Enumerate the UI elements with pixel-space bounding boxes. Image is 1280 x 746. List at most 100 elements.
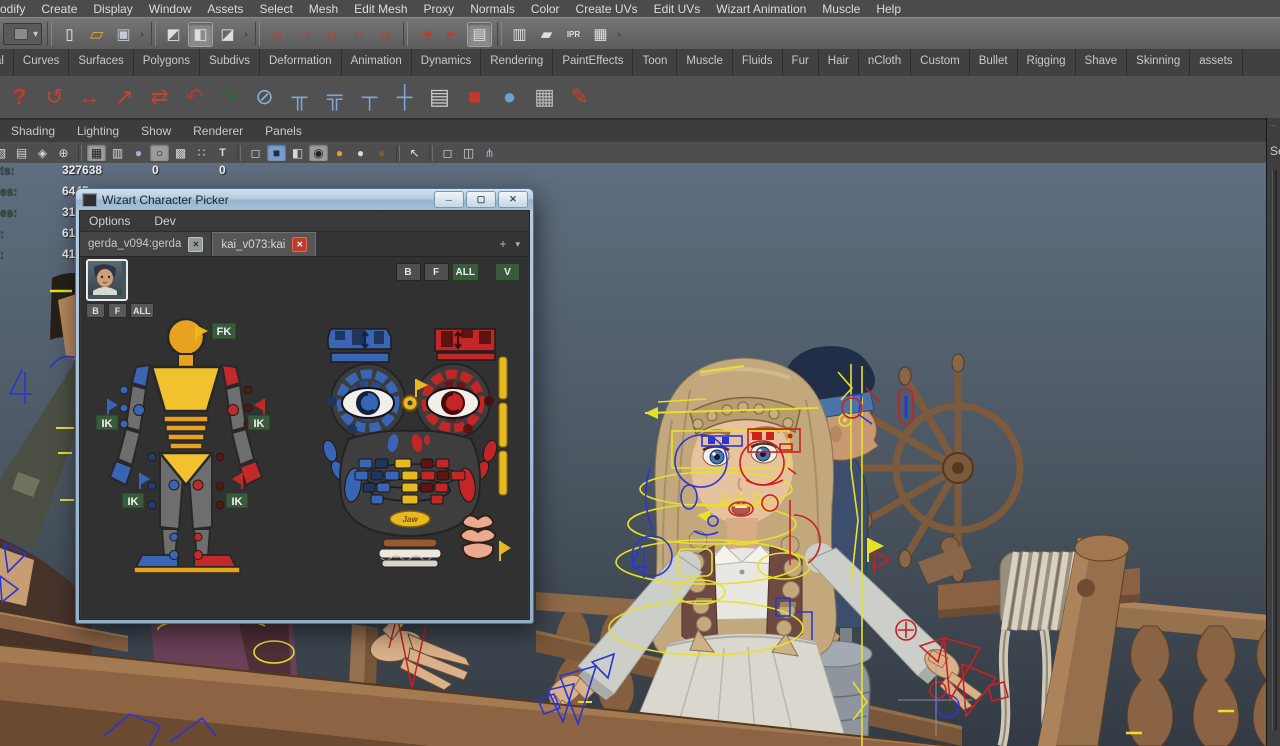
shelf-tab[interactable]: Subdivs: [200, 49, 260, 76]
menu-item[interactable]: Mesh: [301, 1, 346, 17]
render-settings-icon[interactable]: ▦: [588, 22, 613, 47]
visibility-button[interactable]: V: [495, 263, 520, 281]
shaded-sphere-icon[interactable]: ●: [129, 144, 148, 161]
asset-package-icon[interactable]: ▦: [527, 79, 562, 115]
shelf-tab[interactable]: Bullet: [970, 49, 1018, 76]
hierarchy-node-icon[interactable]: ╥: [282, 79, 317, 115]
joint-xray-icon[interactable]: ⋔: [480, 144, 499, 161]
snap-projected-center-icon[interactable]: ∩: [346, 22, 371, 47]
wizart-character-picker-window[interactable]: Wizart Character Picker ─▢✕ OptionsDev g…: [75, 188, 534, 624]
hierarchy-node-icon[interactable]: ┬: [352, 79, 387, 115]
snap-view-plane-icon[interactable]: ∩: [373, 22, 398, 47]
camera-track-icon[interactable]: ↔: [72, 79, 107, 115]
menu-item[interactable]: Color: [523, 1, 568, 17]
jaw-label[interactable]: Jaw: [402, 515, 418, 524]
menu-item[interactable]: Edit UVs: [646, 1, 709, 17]
asset-sphere-icon[interactable]: ●: [492, 79, 527, 115]
minimize-button[interactable]: ─: [434, 191, 464, 208]
default-light-icon[interactable]: ●: [351, 144, 370, 161]
add-tab-button[interactable]: +: [499, 237, 506, 251]
separator[interactable]: [78, 145, 82, 161]
help-icon[interactable]: ?: [2, 79, 37, 115]
wireframe-icon[interactable]: ◻: [246, 144, 265, 161]
shelf-tab[interactable]: PaintEffects: [553, 49, 633, 76]
separator[interactable]: [237, 145, 241, 161]
shelf-tab[interactable]: Fur: [783, 49, 819, 76]
camera-zoom-icon[interactable]: ⇄: [142, 79, 177, 115]
zoom-region-icon[interactable]: ⊕: [54, 144, 73, 161]
shelf-tab[interactable]: assets: [1190, 49, 1242, 76]
texture-view-icon[interactable]: T: [213, 144, 232, 161]
separator[interactable]: [151, 22, 156, 46]
lips-control[interactable]: [461, 515, 511, 561]
shelf-tab[interactable]: Shave: [1076, 49, 1128, 76]
no-lights-icon[interactable]: ●: [372, 144, 391, 161]
render-current-frame-icon[interactable]: ▰: [534, 22, 559, 47]
tab-close-icon[interactable]: ✕: [188, 237, 203, 252]
group-arrow-icon[interactable]: ›: [615, 22, 623, 47]
snap-point-icon[interactable]: ∩: [319, 22, 344, 47]
film-gate-icon[interactable]: ▥: [108, 144, 127, 161]
options-menu[interactable]: Options: [89, 214, 130, 228]
face-filter-button[interactable]: F: [424, 263, 449, 281]
menu-item[interactable]: Wizart Animation: [708, 1, 814, 17]
select-object-icon[interactable]: ◧: [188, 22, 213, 47]
resolution-gate-icon[interactable]: ○: [150, 144, 169, 161]
field-chart-icon[interactable]: ∷: [192, 144, 211, 161]
shelf-tab[interactable]: Curves: [14, 49, 69, 76]
shelf-tab[interactable]: Toon: [633, 49, 677, 76]
select-component-icon[interactable]: ◪: [215, 22, 240, 47]
shelf-tab[interactable]: Muscle: [677, 49, 732, 76]
outliner-window-icon[interactable]: ▤: [422, 79, 457, 115]
panel-menu-item[interactable]: Panels: [254, 124, 313, 138]
panel-menu-item[interactable]: Renderer: [182, 124, 254, 138]
group-arrow-icon[interactable]: ›: [242, 22, 250, 47]
menu-item[interactable]: Window: [141, 1, 200, 17]
shelf-tab[interactable]: Fluids: [733, 49, 783, 76]
output-connections-icon[interactable]: ⇤: [440, 22, 465, 47]
new-scene-icon[interactable]: ▯: [57, 22, 82, 47]
tab-close-icon[interactable]: ✕: [292, 237, 307, 252]
image-plane-icon[interactable]: ◈: [33, 144, 52, 161]
shelf-tab[interactable]: Polygons: [134, 49, 200, 76]
hierarchy-node-icon[interactable]: ╦: [317, 79, 352, 115]
panel-menu-item[interactable]: Shading: [0, 124, 66, 138]
bookmark-icon[interactable]: ▤: [12, 144, 31, 161]
xray-icon[interactable]: ◫: [459, 144, 478, 161]
shelf-tab[interactable]: Skinning: [1127, 49, 1190, 76]
use-all-lights-icon[interactable]: ●: [330, 144, 349, 161]
group-arrow-icon[interactable]: ›: [138, 22, 146, 47]
gate-mask-icon[interactable]: ▩: [171, 144, 190, 161]
textured-icon[interactable]: ◉: [309, 144, 328, 161]
shelf-tab[interactable]: Rendering: [481, 49, 553, 76]
paint-brush-icon[interactable]: ✎: [562, 79, 597, 115]
body-filter-button[interactable]: B: [396, 263, 421, 281]
menu-item[interactable]: Assets: [199, 1, 251, 17]
save-scene-icon[interactable]: ▣: [111, 22, 136, 47]
shelf-tab[interactable]: Animation: [342, 49, 412, 76]
fk-label[interactable]: FK: [217, 326, 232, 338]
kai-thumbnail[interactable]: [86, 259, 128, 301]
tab-menu-button[interactable]: ▾: [515, 239, 520, 250]
delete-unused-icon[interactable]: ⊘: [247, 79, 282, 115]
all-filter-button[interactable]: ALL: [452, 263, 479, 281]
menu-item[interactable]: Edit Mesh: [346, 1, 415, 17]
menu-item[interactable]: Display: [85, 1, 140, 17]
maximize-button[interactable]: ▢: [466, 191, 496, 208]
shelf-tab[interactable]: Hair: [819, 49, 859, 76]
menu-item[interactable]: Create: [33, 1, 85, 17]
shelf-tab[interactable]: Deformation: [260, 49, 342, 76]
shelf-tab[interactable]: Dynamics: [412, 49, 481, 76]
render-view-icon[interactable]: ▥: [507, 22, 532, 47]
shelf-tab[interactable]: Surfaces: [69, 49, 133, 76]
ik-arm-right-label[interactable]: IK: [254, 418, 265, 430]
selection-mask-dropdown[interactable]: ▾: [3, 23, 42, 45]
tab-kai[interactable]: kai_v073:kai ✕: [212, 232, 316, 256]
separator[interactable]: [255, 22, 260, 46]
shelf-tab[interactable]: General: [0, 49, 14, 76]
menu-item[interactable]: Muscle: [814, 1, 868, 17]
menu-item[interactable]: Select: [251, 1, 300, 17]
window-title-bar[interactable]: Wizart Character Picker ─▢✕: [76, 189, 533, 210]
right-panel-sliver[interactable]: ⋯ Se: [1266, 118, 1280, 746]
isolate-select-icon[interactable]: ◻: [438, 144, 457, 161]
